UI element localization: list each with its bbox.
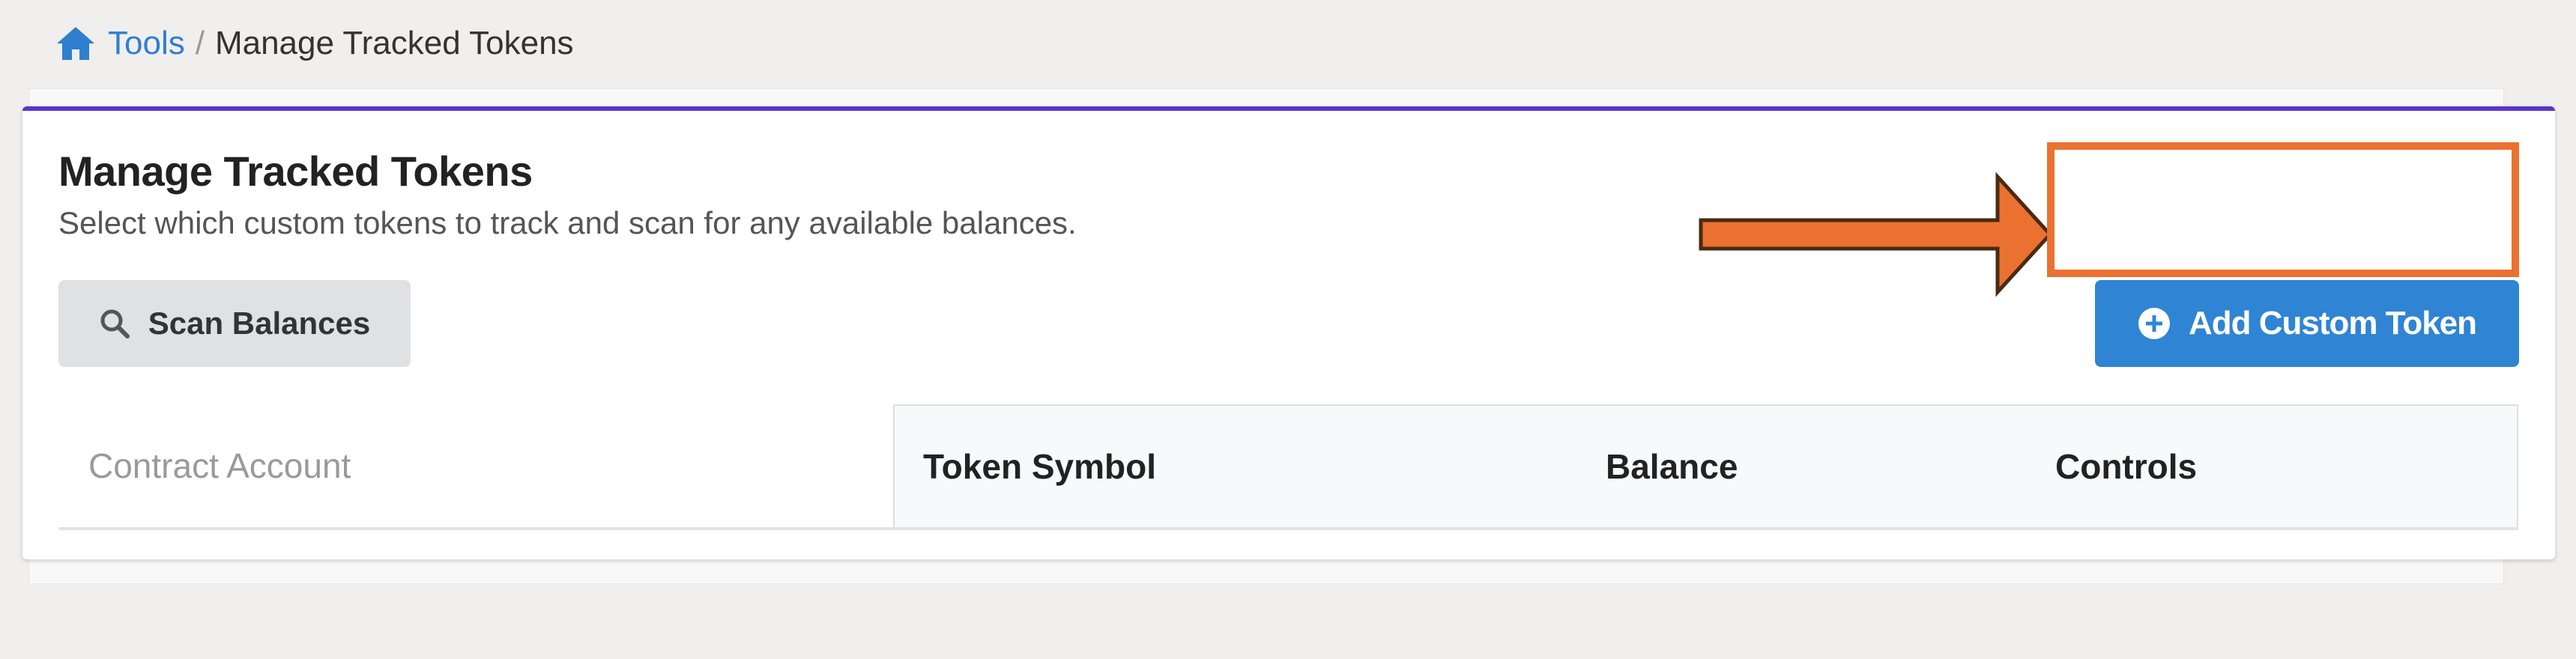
column-header-token-symbol: Token Symbol [923, 447, 1156, 486]
breadcrumb-separator: / [195, 25, 205, 61]
plus-circle-icon [2138, 308, 2170, 339]
scan-balances-label: Scan Balances [148, 306, 371, 341]
breadcrumb: Tools / Manage Tracked Tokens [55, 21, 574, 66]
page-subtitle: Select which custom tokens to track and … [58, 205, 1077, 240]
tokens-table: Contract Account Token Symbol Balance Co… [58, 404, 2518, 530]
add-custom-token-label: Add Custom Token [2188, 305, 2477, 341]
annotation-highlight-box [2047, 142, 2519, 277]
column-header-contract-account: Contract Account [58, 404, 893, 527]
scan-balances-button[interactable]: Scan Balances [58, 280, 411, 367]
table-header-row: Token Symbol Balance Controls [893, 404, 2518, 527]
add-custom-token-button[interactable]: Add Custom Token [2095, 280, 2519, 367]
column-header-controls: Controls [2055, 447, 2198, 486]
search-icon [100, 309, 130, 338]
column-header-balance: Balance [1606, 447, 1738, 486]
home-icon [57, 27, 94, 60]
breadcrumb-home-label[interactable]: Tools [108, 25, 185, 62]
breadcrumb-home-link[interactable]: Tools [55, 25, 185, 62]
breadcrumb-current: Manage Tracked Tokens [214, 25, 574, 61]
page-title: Manage Tracked Tokens [58, 148, 533, 195]
annotation-arrow-icon [1699, 171, 2053, 297]
